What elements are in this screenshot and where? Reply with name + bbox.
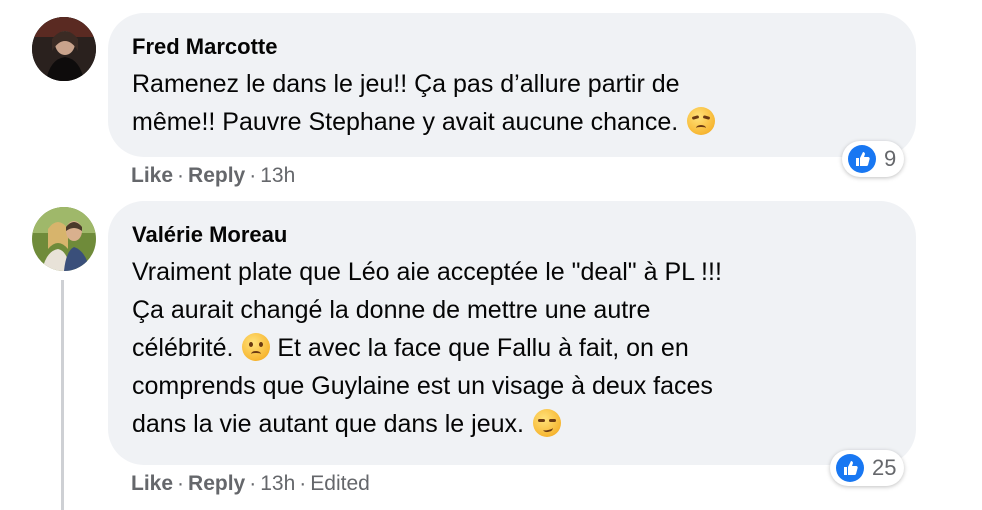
comment-line-wrap: dans la vie autant que dans le jeux. [132,405,892,443]
reply-link[interactable]: Reply [188,472,245,495]
comment-actions: Like · Reply · 13h · Edited [131,472,370,495]
avatar[interactable] [32,207,96,271]
comment-actions: Like · Reply · 13h [131,164,296,187]
comment-line-wrap: célébrité. Et avec la face que Fallu à f… [132,329,892,367]
comment-line: Ramenez le dans le jeu!! Ça pas d’allure… [132,70,680,98]
comment-bubble: Valérie Moreau Vraiment plate que Léo ai… [108,201,916,465]
disappointed-face-emoji [687,107,716,135]
comment-line: même!! Pauvre Stephane y avait aucune ch… [132,108,679,136]
comment-author[interactable]: Fred Marcotte [132,33,892,61]
timestamp[interactable]: 13h [260,164,295,187]
thumbs-up-icon [836,454,864,482]
comment-line: célébrité. [132,334,234,362]
thread-connector [61,280,64,510]
reaction-count-badge[interactable]: 9 [842,141,905,177]
reaction-count-badge[interactable]: 25 [830,450,905,486]
timestamp[interactable]: 13h [260,472,295,495]
edited-label[interactable]: Edited [310,472,370,495]
comment-line-wrap: même!! Pauvre Stephane y avait aucune ch… [132,103,892,141]
comment-text: Ramenez le dans le jeu!! Ça pas d’allure… [132,65,892,141]
comment-line: Vraiment plate que Léo aie acceptée le "… [132,258,722,286]
comment-line: dans la vie autant que dans le jeux. [132,410,524,438]
comment-bubble: Fred Marcotte Ramenez le dans le jeu!! Ç… [108,13,916,157]
like-link[interactable]: Like [131,164,173,187]
smirking-face-emoji [532,409,561,437]
reaction-count: 9 [884,146,897,171]
comment-line: comprends que Guylaine est un visage à d… [132,372,713,400]
comment-line: Ça aurait changé la donne de mettre une … [132,296,651,324]
reaction-count: 25 [872,455,897,480]
avatar[interactable] [32,17,96,81]
reply-link[interactable]: Reply [188,164,245,187]
comment-author[interactable]: Valérie Moreau [132,221,892,249]
thumbs-up-icon [848,145,876,173]
frowning-face-emoji [242,333,271,361]
comment-text: Vraiment plate que Léo aie acceptée le "… [132,253,892,443]
comment-line: Et avec la face que Fallu à fait, on en [270,334,689,362]
like-link[interactable]: Like [131,472,173,495]
